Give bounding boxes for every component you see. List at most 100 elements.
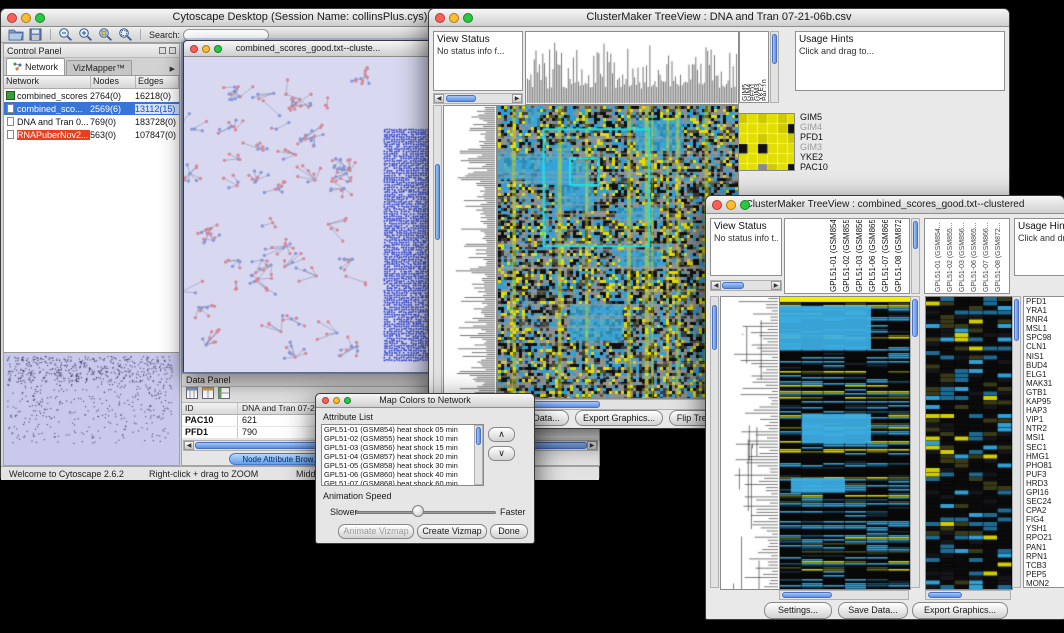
row-dendrogram[interactable] — [443, 105, 497, 399]
column-label[interactable]: GPL51-08 (GSM872... — [894, 220, 907, 292]
scroll-thumb[interactable] — [1014, 299, 1019, 341]
scroll-right-arrow[interactable]: ▶ — [587, 441, 597, 450]
column-header-edges[interactable]: Edges — [136, 76, 179, 88]
scroll-thumb[interactable] — [435, 164, 440, 240]
gene-label[interactable]: GIM4 — [799, 122, 828, 132]
gene-label[interactable]: SEC24 — [1024, 497, 1064, 506]
scroll-thumb[interactable] — [928, 592, 962, 598]
row-dendrogram[interactable] — [720, 296, 780, 590]
scroll-left-arrow[interactable]: ◀ — [434, 94, 444, 103]
gene-label[interactable]: HAP3 — [1024, 406, 1064, 415]
heatmap-canvas[interactable] — [497, 105, 739, 399]
zoom-heatmap-canvas[interactable] — [925, 296, 1013, 590]
close-button[interactable] — [322, 397, 329, 404]
zoom-in-icon[interactable] — [77, 27, 94, 42]
scroll-thumb[interactable] — [476, 427, 481, 445]
gene-label[interactable]: MSL1 — [1024, 324, 1064, 333]
tree-vscrollbar[interactable] — [433, 105, 442, 397]
zoom-hscrollbar[interactable] — [925, 590, 1011, 600]
attribute-item[interactable]: GPL51-07 (GSM868) heat shock 60 min — [322, 479, 483, 486]
scroll-thumb[interactable] — [722, 282, 744, 289]
create-attribute-icon[interactable] — [202, 386, 214, 404]
column-label[interactable]: GPL51-02 (GSM855... — [947, 220, 959, 292]
settings-button[interactable]: Settings... — [764, 602, 832, 619]
column-header-nodes[interactable]: Nodes — [91, 76, 136, 88]
column-label[interactable]: GPL51-08 (GSM872... — [995, 220, 1007, 292]
status-hscrollbar[interactable]: ◀ ▶ — [710, 280, 782, 291]
export-graphics-button[interactable]: Export Graphics... — [912, 602, 1008, 619]
tab-network[interactable]: Network — [6, 58, 65, 75]
gene-label[interactable]: PUF3 — [1024, 470, 1064, 479]
attribute-item[interactable]: GPL51-01 (GSM854) heat shock 05 min — [322, 425, 483, 434]
column-label[interactable]: GPL51-06 (GSM865... — [971, 220, 983, 292]
gene-label[interactable]: FIG4 — [1024, 515, 1064, 524]
close-panel-icon[interactable] — [169, 47, 176, 54]
tab-overflow-arrow[interactable]: ▶ — [170, 65, 179, 75]
gene-label[interactable]: CPA2 — [1024, 506, 1064, 515]
minimize-button[interactable] — [333, 397, 340, 404]
scroll-right-arrow[interactable]: ▶ — [512, 94, 522, 103]
column-label[interactable]: GPL51-07 (GSM866... — [983, 220, 995, 292]
treeview-combined-title-bar[interactable]: ClusterMaker TreeView : combined_scores_… — [706, 196, 1064, 214]
scroll-left-arrow[interactable]: ◀ — [184, 441, 194, 450]
heatmap-canvas[interactable] — [779, 296, 911, 590]
gene-label[interactable]: TCB3 — [1024, 561, 1064, 570]
gene-label[interactable]: MSI1 — [1024, 433, 1064, 442]
save-session-icon[interactable] — [27, 27, 44, 42]
scroll-thumb[interactable] — [782, 592, 832, 598]
select-attributes-icon[interactable] — [186, 386, 198, 404]
create-vizmap-button[interactable]: Create Vizmap — [417, 524, 487, 539]
labels-vscrollbar[interactable] — [911, 218, 920, 294]
gene-label[interactable]: PHO81 — [1024, 461, 1064, 470]
zoom-button[interactable] — [214, 45, 222, 53]
open-session-icon[interactable] — [7, 27, 24, 42]
zoom-vscrollbar[interactable] — [1012, 296, 1021, 588]
minimize-button[interactable] — [202, 45, 210, 53]
attribute-item[interactable]: GPL51-03 (GSM856) heat shock 15 min — [322, 443, 483, 452]
zoom-button[interactable] — [463, 13, 473, 23]
column-label[interactable]: GPL51-01 (GSM854... — [829, 220, 842, 292]
gene-label[interactable]: NTR2 — [1024, 424, 1064, 433]
close-button[interactable] — [7, 13, 17, 23]
network-view-title-bar[interactable]: combined_scores_good.txt--cluste... — [184, 41, 432, 57]
gene-label[interactable]: NIS1 — [1024, 352, 1064, 361]
column-label[interactable]: GPL51-06 (GSM865... — [868, 220, 881, 292]
column-header-network[interactable]: Network — [4, 76, 91, 88]
column-label[interactable]: PAC10 — [762, 33, 766, 101]
scroll-thumb[interactable] — [446, 95, 476, 102]
attribute-item[interactable]: GPL51-02 (GSM855) heat shock 10 min — [322, 434, 483, 443]
gene-label[interactable]: ELG1 — [1024, 370, 1064, 379]
gene-label[interactable]: PFD1 — [799, 132, 828, 142]
gene-label[interactable]: PFD1 — [1024, 297, 1064, 306]
scroll-thumb[interactable] — [772, 34, 777, 64]
tab-vizmapper[interactable]: VizMapper™ — [66, 60, 132, 75]
minimize-button[interactable] — [449, 13, 459, 23]
gene-label[interactable]: PAC10 — [799, 162, 828, 172]
scroll-right-arrow[interactable]: ▶ — [771, 281, 781, 290]
list-vscrollbar[interactable] — [474, 425, 483, 485]
gene-label[interactable]: GTB1 — [1024, 388, 1064, 397]
float-panel-icon[interactable] — [159, 47, 166, 54]
labels-vscrollbar[interactable] — [770, 31, 779, 103]
gene-label[interactable]: HRD3 — [1024, 479, 1064, 488]
animation-speed-slider-thumb[interactable] — [412, 505, 424, 517]
heatmap-hscrollbar[interactable] — [779, 590, 909, 600]
attribute-function-icon[interactable] — [218, 386, 230, 404]
gene-label[interactable]: VIP1 — [1024, 415, 1064, 424]
heatmap-vscrollbar[interactable] — [910, 296, 920, 588]
zoom-out-icon[interactable] — [57, 27, 74, 42]
network-list-row[interactable]: DNA and Tran 0...769(0)183728(0) — [4, 115, 179, 128]
network-list-row[interactable]: combined_sco...2569(6)13112(15) — [4, 102, 179, 115]
gene-label[interactable]: PEP5 — [1024, 570, 1064, 579]
zoom-selected-icon[interactable] — [97, 27, 114, 42]
network-view-canvas[interactable] — [184, 57, 432, 372]
close-button[interactable] — [712, 200, 722, 210]
column-label[interactable]: GPL51-01 (GSM854... — [935, 220, 947, 292]
scroll-thumb[interactable] — [912, 299, 918, 337]
status-hscrollbar[interactable]: ◀ ▶ — [433, 93, 523, 104]
gene-label[interactable]: RPO21 — [1024, 533, 1064, 542]
network-list-row[interactable]: RNAPuberNov2...563(0)107847(0) — [4, 128, 179, 141]
export-graphics-button[interactable]: Export Graphics... — [575, 410, 663, 426]
minimize-button[interactable] — [21, 13, 31, 23]
animate-vizmap-button[interactable]: Animate Vizmap — [338, 524, 414, 539]
